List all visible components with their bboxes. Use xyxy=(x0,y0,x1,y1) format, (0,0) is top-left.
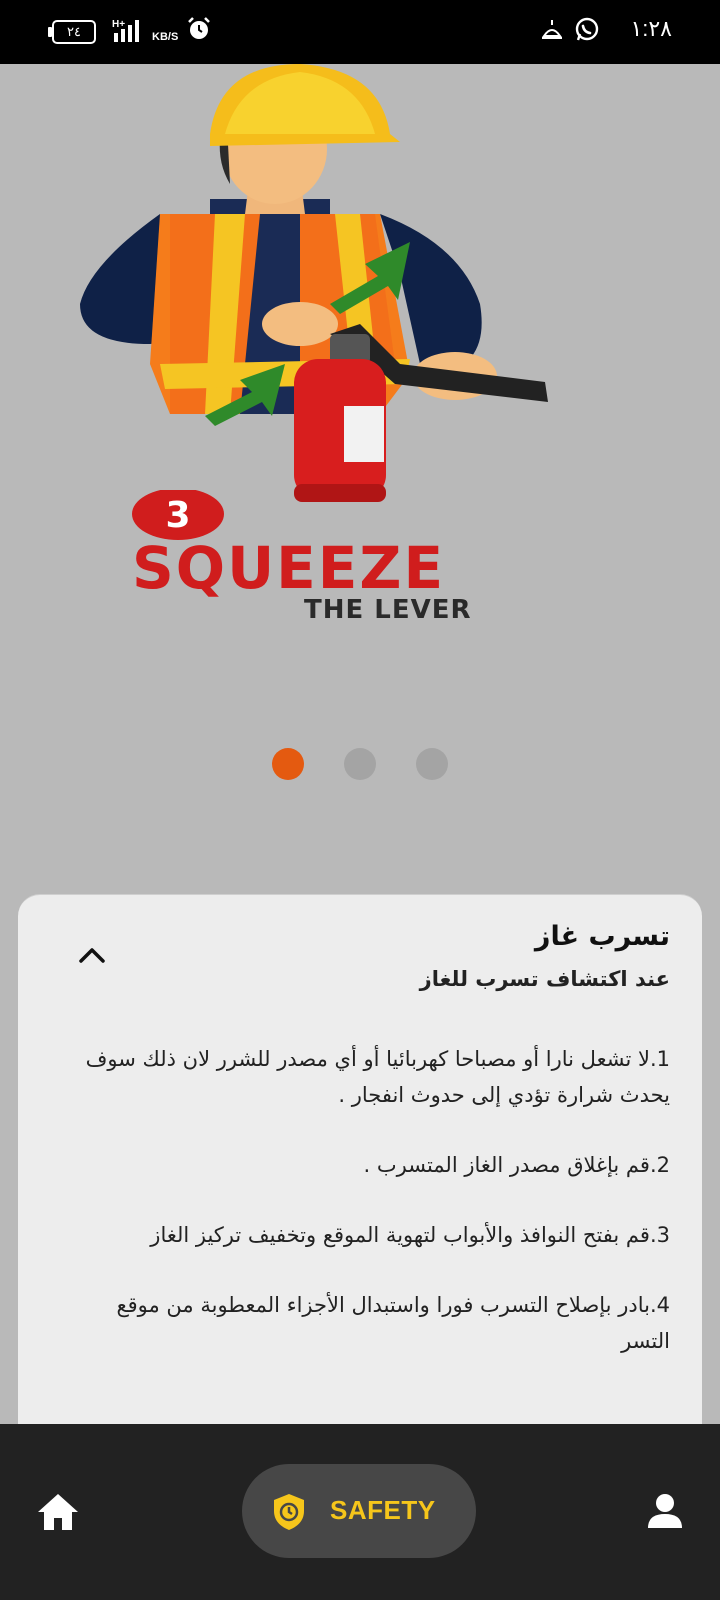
step-item: 3.قم بفتح النوافذ والأبواب لتهوية الموقع… xyxy=(150,1223,670,1247)
steps-list: 1.لا تشعل نارا أو مصباحا كهربائيا أو أي … xyxy=(70,1041,670,1393)
step-item: 4.بادر بإصلاح التسرب فورا واستبدال الأجز… xyxy=(116,1293,670,1353)
prayer-notification-icon xyxy=(542,20,562,39)
net-speed-unit: KB/S xyxy=(152,31,179,43)
carousel-dot-3[interactable] xyxy=(416,748,448,780)
step-number: 3 xyxy=(165,495,190,536)
status-bar: ٢٤ H+ KB/S ١:٢٨ xyxy=(0,0,720,64)
step-item: 2.قم بإغلاق مصدر الغاز المتسرب . xyxy=(363,1153,671,1177)
shield-clock-icon xyxy=(274,1494,304,1530)
battery-icon: ٢٤ xyxy=(48,20,96,44)
bottom-nav: SAFETY xyxy=(0,1424,720,1600)
gas-leak-card: تسرب غاز عند اكتشاف تسرب للغاز 1.لا تشعل… xyxy=(18,894,702,1435)
carousel-dot-1[interactable] xyxy=(272,748,304,780)
person-icon[interactable] xyxy=(646,1492,684,1530)
headline-text: SQUEEZE xyxy=(132,534,445,602)
nav-safety-label: SAFETY xyxy=(330,1495,436,1525)
squeeze-headline: 3 SQUEEZE THE LEVER xyxy=(132,490,472,625)
step-item: 1.لا تشعل نارا أو مصباحا كهربائيا أو أي … xyxy=(85,1047,670,1107)
signal-icon: H+ xyxy=(112,19,139,42)
nav-safety-tab[interactable]: SAFETY xyxy=(242,1464,476,1558)
carousel-dot-2[interactable] xyxy=(344,748,376,780)
chevron-up-icon[interactable] xyxy=(78,945,106,965)
clock-time: ١:٢٨ xyxy=(630,16,672,41)
home-icon[interactable] xyxy=(36,1490,80,1534)
whatsapp-icon xyxy=(575,17,599,41)
alarm-icon xyxy=(188,17,210,39)
subline-text: THE LEVER xyxy=(304,595,472,625)
card-title: تسرب غاز xyxy=(534,921,670,952)
card-subtitle: عند اكتشاف تسرب للغاز xyxy=(419,967,670,991)
carousel-indicator xyxy=(0,748,720,780)
network-type-label: H+ xyxy=(112,19,125,30)
